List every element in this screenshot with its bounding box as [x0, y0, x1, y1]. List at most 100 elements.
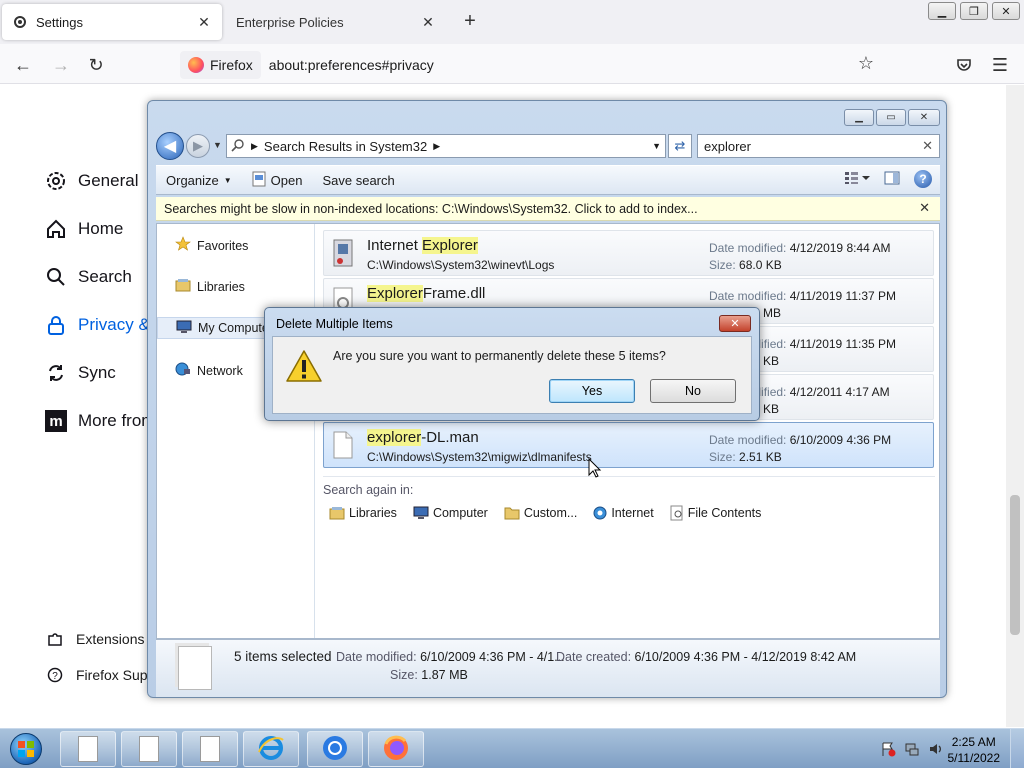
forward-button[interactable]: →: [48, 52, 74, 78]
sidebar-item-label: Extensions: [76, 631, 145, 647]
recent-pages-dropdown-icon[interactable]: ▼: [213, 140, 222, 150]
new-tab-button[interactable]: +: [458, 10, 482, 34]
mozilla-icon: m: [44, 409, 68, 433]
explorer-maximize-button[interactable]: ▭: [876, 109, 906, 126]
document-icon: [78, 736, 98, 762]
taskbar-item-firefox[interactable]: [368, 731, 424, 767]
change-view-icon[interactable]: [844, 171, 870, 188]
multiple-files-icon: [178, 646, 212, 690]
no-button[interactable]: No: [650, 379, 736, 403]
sidebar-item-sync[interactable]: Sync: [44, 361, 116, 385]
identity-box[interactable]: Firefox: [180, 51, 261, 79]
result-meta: Date modified: 6/10/2009 4:36 PM Size: 2…: [709, 432, 891, 466]
name-highlight: explorer: [367, 429, 422, 446]
taskbar-item-document[interactable]: [182, 731, 238, 767]
clear-search-icon[interactable]: ✕: [922, 138, 933, 154]
sidebar-item-general[interactable]: General: [44, 169, 138, 193]
details-created: Date created: 6/10/2009 4:36 PM - 4/12/2…: [556, 650, 856, 664]
address-row: ◀ ▶ ▼ ▶ Search Results in System32 ▶ ▼ ⇄…: [156, 132, 940, 160]
nav-item-favorites[interactable]: Favorites: [175, 236, 248, 255]
start-button[interactable]: [6, 731, 46, 767]
maximize-button[interactable]: ❐: [960, 2, 988, 20]
reload-button[interactable]: ↻: [83, 52, 109, 78]
breadcrumb-item[interactable]: Search Results in System32: [264, 139, 427, 154]
name-part: Internet: [367, 237, 423, 254]
explorer-close-button[interactable]: ✕: [908, 109, 940, 126]
browser-navbar: ← → ↻ Firefox about:preferences#privacy …: [0, 44, 1024, 84]
taskbar-item-document[interactable]: [60, 731, 116, 767]
search-again-computer[interactable]: Computer: [413, 505, 488, 521]
taskbar-item-document[interactable]: [121, 731, 177, 767]
nav-item-network[interactable]: Network: [175, 362, 243, 379]
home-icon: [44, 217, 68, 241]
preview-pane-icon[interactable]: [884, 171, 900, 188]
explorer-forward-button[interactable]: ▶: [186, 134, 210, 158]
date-value: 4/11/2019 11:37 PM: [789, 289, 897, 303]
close-tab-icon[interactable]: ✕: [418, 12, 438, 32]
url-text[interactable]: about:preferences#privacy: [269, 57, 434, 73]
sidebar-item-more-from-mozilla[interactable]: m More from: [44, 409, 155, 433]
page-scrollbar[interactable]: [1006, 85, 1024, 727]
organize-button[interactable]: Organize ▼: [156, 167, 242, 193]
sidebar-item-label: Search: [78, 267, 132, 286]
size-value: 1.87 MB: [421, 668, 468, 682]
address-dropdown-icon[interactable]: ▼: [652, 141, 661, 151]
action-center-flag-icon[interactable]: [880, 741, 896, 760]
scrollbar-thumb[interactable]: [1010, 495, 1020, 635]
tab-settings[interactable]: Settings ✕: [2, 4, 222, 40]
organize-label: Organize: [166, 172, 219, 188]
breadcrumb-separator-icon[interactable]: ▶: [433, 141, 440, 152]
bookmark-star-icon[interactable]: ☆: [858, 53, 874, 74]
explorer-search-input[interactable]: explorer ✕: [697, 134, 940, 158]
result-row[interactable]: explorer-DL.man C:\Windows\System32\migw…: [323, 422, 934, 468]
svg-text:m: m: [49, 413, 62, 430]
menu-hamburger-icon[interactable]: ☰: [987, 52, 1013, 78]
close-infobar-icon[interactable]: ✕: [919, 200, 930, 216]
gear-icon: [12, 14, 28, 30]
close-tab-icon[interactable]: ✕: [194, 12, 214, 32]
breadcrumb-separator-icon[interactable]: ▶: [251, 141, 258, 152]
info-bar[interactable]: Searches might be slow in non-indexed lo…: [156, 197, 940, 221]
search-again-file-contents[interactable]: File Contents: [670, 505, 762, 521]
sidebar-item-extensions[interactable]: Extensions: [46, 630, 144, 648]
name-part: -DL.man: [421, 429, 479, 446]
result-path: C:\Windows\System32\winevt\Logs: [367, 258, 555, 272]
pocket-icon[interactable]: [951, 52, 977, 78]
nav-item-libraries[interactable]: Libraries: [175, 278, 245, 295]
refresh-icon[interactable]: ⇄: [668, 134, 692, 158]
nav-label: Favorites: [197, 238, 249, 253]
clock[interactable]: 2:25 AM 5/11/2022: [948, 734, 1001, 766]
explorer-minimize-button[interactable]: ▁: [844, 109, 874, 126]
search-again-libraries[interactable]: Libraries: [329, 505, 397, 521]
yes-button[interactable]: Yes: [549, 379, 635, 403]
sidebar-item-search[interactable]: Search: [44, 265, 132, 289]
show-desktop-button[interactable]: [1010, 729, 1024, 768]
explorer-content: Favorites Libraries My Compute Network I…: [156, 223, 940, 639]
sidebar-item-home[interactable]: Home: [44, 217, 123, 241]
taskbar-item-internet-explorer[interactable]: [243, 731, 299, 767]
search-again-custom[interactable]: Custom...: [504, 505, 577, 521]
save-search-button[interactable]: Save search: [312, 167, 404, 193]
close-window-button[interactable]: ✕: [992, 2, 1020, 20]
taskbar-item-chrome[interactable]: [307, 731, 363, 767]
explorer-back-button[interactable]: ◀: [156, 132, 184, 160]
document-icon: [200, 736, 220, 762]
back-button[interactable]: ←: [10, 52, 36, 78]
network-tray-icon[interactable]: [904, 741, 920, 760]
internet-icon: [593, 506, 607, 520]
result-row[interactable]: Internet Explorer C:\Windows\System32\wi…: [323, 230, 934, 276]
sidebar-item-firefox-support[interactable]: ? Firefox Supp: [46, 666, 155, 684]
sidebar-item-privacy[interactable]: Privacy &: [44, 313, 150, 337]
tab-enterprise-policies[interactable]: Enterprise Policies ✕: [226, 4, 446, 40]
url-bar[interactable]: Firefox about:preferences#privacy ☆: [180, 50, 880, 80]
search-again-internet[interactable]: Internet: [593, 505, 654, 521]
dialog-title: Delete Multiple Items: [276, 317, 393, 331]
address-bar[interactable]: ▶ Search Results in System32 ▶ ▼: [226, 134, 666, 158]
help-icon[interactable]: ?: [914, 170, 932, 188]
volume-icon[interactable]: [928, 741, 944, 760]
link-label: File Contents: [687, 506, 762, 520]
windows-logo-icon: [10, 733, 42, 765]
open-button[interactable]: Open: [242, 167, 313, 193]
minimize-button[interactable]: ▁: [928, 2, 956, 20]
dialog-close-button[interactable]: ✕: [719, 315, 751, 332]
